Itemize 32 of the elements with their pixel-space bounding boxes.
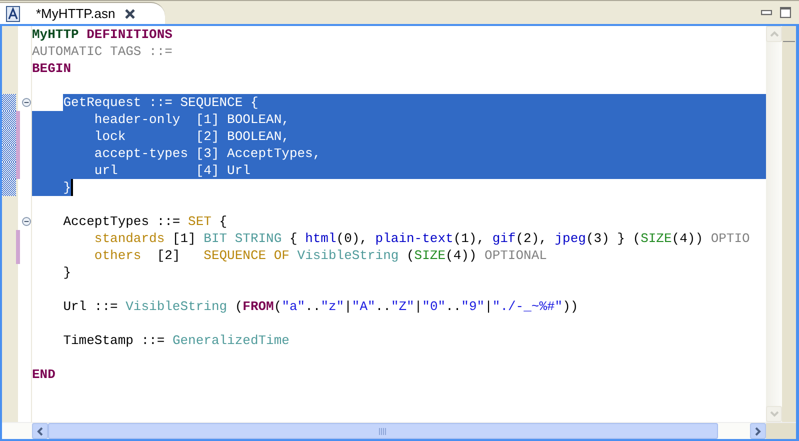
- close-icon[interactable]: [125, 8, 136, 18]
- scrollbar-corner: [766, 423, 796, 439]
- chevron-right-icon: [755, 426, 761, 436]
- minimize-button[interactable]: [761, 10, 772, 16]
- document-icon: [6, 6, 20, 22]
- maximize-button[interactable]: [780, 7, 791, 18]
- chevron-left-icon: [37, 426, 43, 436]
- code-line: END: [32, 366, 56, 383]
- editor-tab[interactable]: *MyHTTP.asn: [0, 2, 166, 24]
- code-line: AUTOMATIC TAGS ::=: [32, 43, 172, 60]
- code-line: standards [1] BIT STRING { html(0), plain-text(1), gif(2), jpeg(3) } (SIZE(4)) OPTIO: [93, 230, 750, 247]
- selection-range-marker: [2, 145, 16, 162]
- selection-range-marker: [2, 179, 16, 196]
- text-caret: [71, 179, 74, 196]
- code-line: MyHTTP DEFINITIONS: [32, 26, 172, 43]
- scroll-left-button[interactable]: [32, 423, 48, 439]
- code-line: Url ::= VisibleString (FROM("a".."z"|"A".."Z"|"0".."9"|"./-_~%#")): [62, 298, 578, 315]
- code-line: TimeStamp ::= GeneralizedTime: [62, 332, 290, 349]
- fold-icon[interactable]: [22, 98, 30, 107]
- selection-range-marker: [2, 111, 16, 128]
- code-line: others [2] SEQUENCE OF VisibleString (SIZE(4)) OPTIONAL: [93, 247, 547, 264]
- fold-icon[interactable]: [22, 217, 30, 226]
- code-line: AcceptTypes ::= SET {: [62, 213, 228, 230]
- selection-range-marker: [2, 162, 16, 179]
- selection-range-marker: [2, 128, 16, 145]
- scroll-right-button[interactable]: [750, 423, 766, 439]
- selection-range-marker: [2, 94, 16, 111]
- chevron-up-icon: [770, 31, 778, 37]
- code-line: BEGIN: [32, 60, 72, 77]
- code-line: }: [62, 264, 72, 281]
- chevron-down-icon: [770, 411, 778, 417]
- scrollbar-thumb[interactable]: [48, 423, 718, 439]
